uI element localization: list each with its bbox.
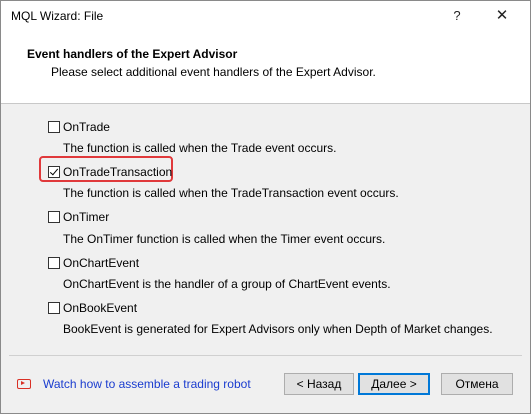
- back-button[interactable]: < Назад: [284, 373, 354, 395]
- ontradetransaction-label[interactable]: OnTradeTransaction: [63, 165, 172, 179]
- handler-onbookevent[interactable]: OnBookEvent: [48, 299, 137, 317]
- title-bar: MQL Wizard: File ? ✕: [1, 1, 530, 31]
- onbookevent-label[interactable]: OnBookEvent: [63, 301, 137, 315]
- ontimer-checkbox[interactable]: [48, 211, 60, 223]
- ontimer-label[interactable]: OnTimer: [63, 210, 109, 224]
- help-button[interactable]: ?: [444, 5, 470, 27]
- handler-ontrade[interactable]: OnTrade: [48, 118, 110, 136]
- onchartevent-checkbox[interactable]: [48, 257, 60, 269]
- ontrade-description: The function is called when the Trade ev…: [63, 141, 337, 155]
- cancel-button[interactable]: Отмена: [441, 373, 513, 395]
- handler-ontimer[interactable]: OnTimer: [48, 208, 109, 226]
- video-link-text[interactable]: Watch how to assemble a trading robot: [43, 377, 251, 391]
- onbookevent-description: BookEvent is generated for Expert Adviso…: [63, 322, 493, 336]
- page-subtitle: Please select additional event handlers …: [51, 65, 376, 79]
- window-title: MQL Wizard: File: [11, 9, 104, 23]
- video-link[interactable]: Watch how to assemble a trading robot: [17, 377, 251, 391]
- onchartevent-description: OnChartEvent is the handler of a group o…: [63, 277, 391, 291]
- ontrade-checkbox[interactable]: [48, 121, 60, 133]
- ontrade-label[interactable]: OnTrade: [63, 120, 110, 134]
- page-title: Event handlers of the Expert Advisor: [27, 47, 238, 61]
- ontradetransaction-description: The function is called when the TradeTra…: [63, 186, 399, 200]
- wizard-window: MQL Wizard: File ? ✕ Event handlers of t…: [0, 0, 531, 414]
- onbookevent-checkbox[interactable]: [48, 302, 60, 314]
- footer-divider: [9, 355, 522, 356]
- youtube-play-icon: [17, 379, 31, 389]
- close-button[interactable]: ✕: [485, 5, 519, 27]
- next-button[interactable]: Далее >: [358, 373, 430, 395]
- ontradetransaction-checkbox[interactable]: [48, 166, 60, 178]
- ontimer-description: The OnTimer function is called when the …: [63, 232, 386, 246]
- onchartevent-label[interactable]: OnChartEvent: [63, 256, 139, 270]
- handler-ontradetransaction[interactable]: OnTradeTransaction: [48, 163, 172, 181]
- wizard-header: Event handlers of the Expert Advisor Ple…: [1, 31, 530, 104]
- handler-onchartevent[interactable]: OnChartEvent: [48, 254, 139, 272]
